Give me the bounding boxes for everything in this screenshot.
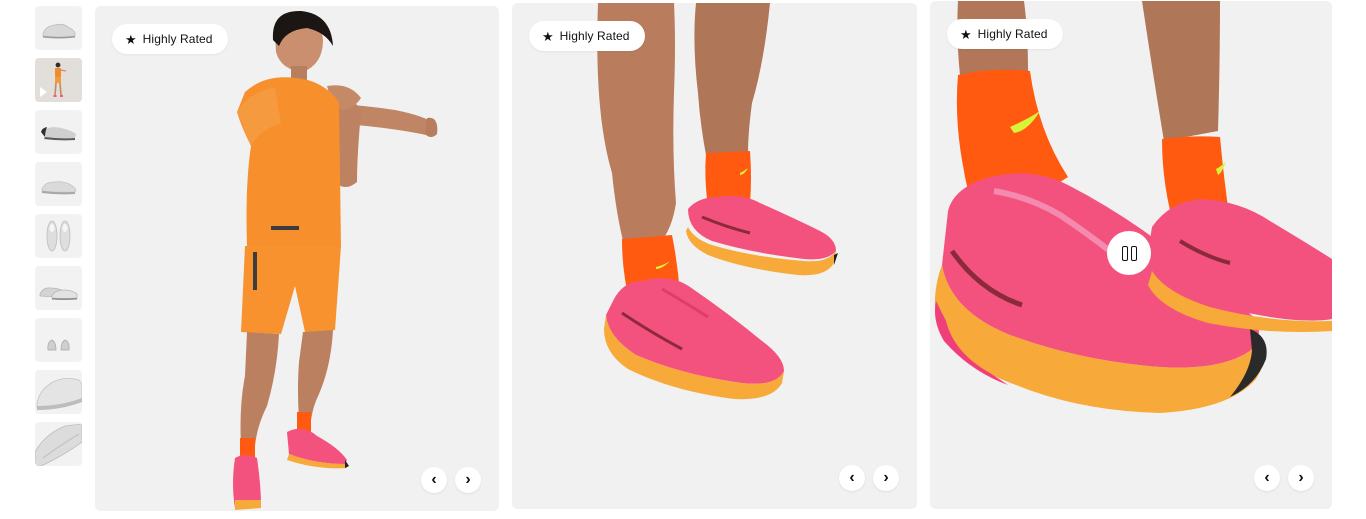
media-panel-1[interactable]: ★ Highly Rated ‹ ›	[95, 6, 499, 511]
thumbnail-4[interactable]	[35, 162, 82, 206]
star-icon: ★	[125, 31, 137, 47]
carousel-nav: ‹ ›	[421, 467, 481, 493]
shoe-on-feet-image	[512, 3, 917, 509]
media-panel-3[interactable]: ★ Highly Rated ‹ ›	[930, 1, 1332, 509]
carousel-nav: ‹ ›	[839, 465, 899, 491]
media-panel-2[interactable]: ★ Highly Rated ‹ ›	[512, 3, 917, 509]
shoe-detail-icon	[35, 423, 82, 466]
shoe-side-icon	[42, 23, 76, 39]
shoe-top-pair-icon	[46, 220, 71, 252]
shoe-front-pair-icon	[47, 339, 70, 351]
next-button[interactable]: ›	[1288, 465, 1314, 491]
pause-icon	[1130, 245, 1137, 261]
carousel-nav: ‹ ›	[1254, 465, 1314, 491]
badge-label: Highly Rated	[142, 32, 213, 46]
thumbnail-3[interactable]	[35, 110, 82, 154]
star-icon: ★	[542, 28, 554, 44]
thumbnail-8[interactable]	[35, 370, 82, 414]
next-button[interactable]: ›	[873, 465, 899, 491]
thumbnail-1[interactable]	[35, 6, 82, 50]
thumbnail-7[interactable]	[35, 318, 82, 362]
previous-button[interactable]: ‹	[421, 467, 447, 493]
thumbnail-9[interactable]	[35, 422, 82, 466]
badge-label: Highly Rated	[977, 27, 1048, 41]
pause-button[interactable]	[1107, 231, 1151, 275]
shoe-side-icon	[41, 181, 77, 195]
shoe-closeup-icon	[36, 378, 82, 410]
highly-rated-badge: ★ Highly Rated	[112, 24, 228, 54]
highly-rated-badge: ★ Highly Rated	[947, 19, 1063, 49]
thumbnail-6[interactable]	[35, 266, 82, 310]
thumbnail-rail	[35, 6, 82, 474]
thumbnail-5[interactable]	[35, 214, 82, 258]
thumbnail-2[interactable]	[35, 58, 82, 102]
badge-label: Highly Rated	[559, 29, 630, 43]
star-icon: ★	[960, 26, 972, 42]
highly-rated-badge: ★ Highly Rated	[529, 21, 645, 51]
model-image	[95, 6, 499, 511]
play-icon	[40, 87, 47, 97]
shoe-sole-icon	[41, 127, 76, 141]
previous-button[interactable]: ‹	[1254, 465, 1280, 491]
product-gallery: ★ Highly Rated ‹ › ★ Highly Rated ‹ › ★ …	[0, 0, 1366, 519]
next-button[interactable]: ›	[455, 467, 481, 493]
shoe-pair-icon	[39, 287, 78, 300]
previous-button[interactable]: ‹	[839, 465, 865, 491]
pause-icon	[1121, 245, 1128, 261]
